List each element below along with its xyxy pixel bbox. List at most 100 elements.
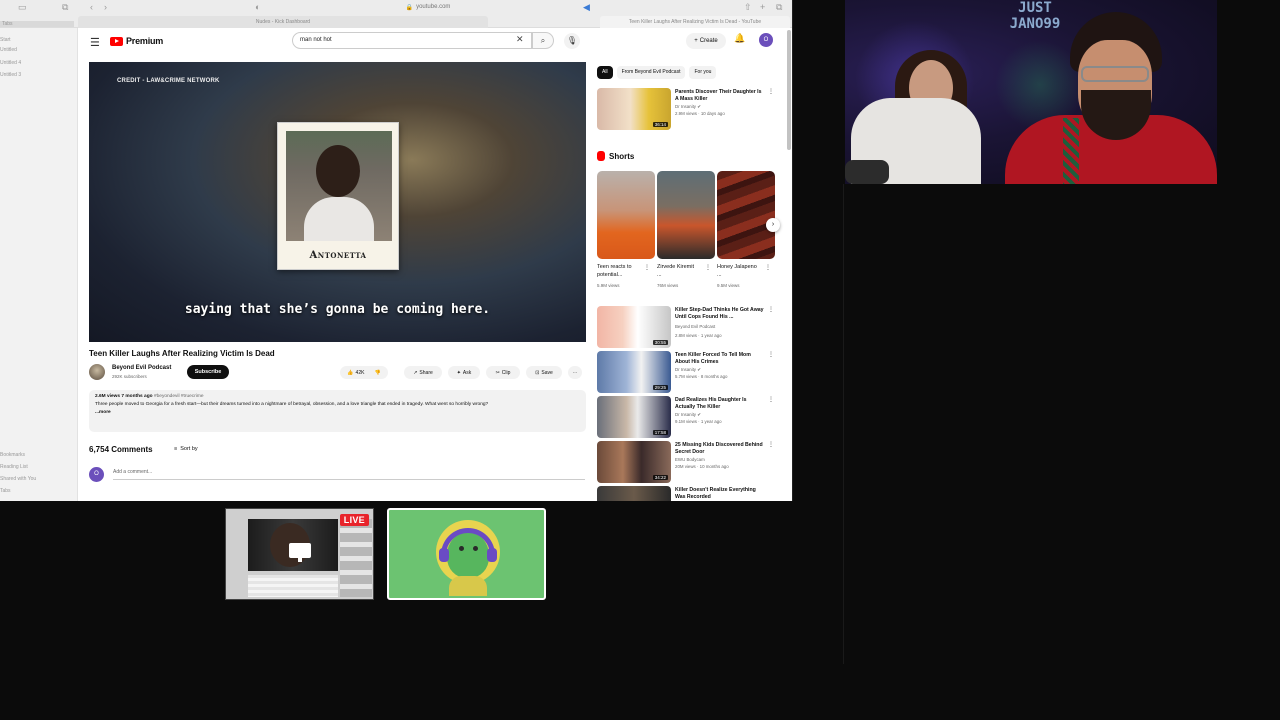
bell-icon[interactable]: 🔔: [734, 33, 745, 44]
video-thumbnail[interactable]: 30:55: [597, 306, 671, 348]
search-input[interactable]: man not hot: [292, 32, 532, 49]
short-thumbnail[interactable]: [597, 171, 655, 259]
more-vert-icon[interactable]: ⋮: [768, 441, 774, 448]
video-description[interactable]: 2.6M views 7 months ago #beyondevil #tru…: [89, 390, 586, 432]
tabs-icon[interactable]: ⧉: [776, 2, 782, 13]
more-vert-icon[interactable]: ⋮: [765, 264, 771, 271]
more-vert-icon[interactable]: ⋮: [644, 264, 650, 271]
sidebar-item[interactable]: Untitled: [0, 47, 17, 53]
scrollbar[interactable]: [787, 30, 791, 150]
verified-icon: ✔: [697, 412, 701, 417]
address-bar[interactable]: 🔒 youtube.com: [258, 2, 598, 12]
chip-all[interactable]: All: [597, 66, 613, 79]
video-thumbnail[interactable]: [597, 486, 671, 501]
rec-title[interactable]: Parents Discover Their Daughter Is A Mas…: [675, 89, 765, 103]
share-icon[interactable]: ⇧: [744, 2, 752, 13]
thumbs-up-icon: 👍: [347, 369, 354, 376]
create-button[interactable]: + Create: [686, 33, 726, 49]
thumbs-down-icon[interactable]: 👎: [374, 370, 380, 376]
close-icon[interactable]: ✕: [516, 34, 524, 45]
video-thumbnail[interactable]: 36:14: [597, 88, 671, 130]
forward-icon[interactable]: ›: [104, 2, 107, 12]
browser-sidebar: Tabs Start Untitled Untitled 4 Untitled …: [0, 21, 78, 501]
short-title[interactable]: Zirvede Kiremit ...: [657, 263, 699, 279]
more-actions-button[interactable]: ⋯: [568, 366, 582, 379]
stream-preview-tile[interactable]: LIVE: [225, 508, 374, 600]
sidebar-toggle-icon[interactable]: ▭: [18, 2, 27, 13]
person-right-glasses: [1081, 66, 1149, 82]
video-thumbnail[interactable]: 29:25: [597, 351, 671, 393]
like-button[interactable]: 👍 42K 👎: [340, 366, 388, 379]
duration-badge: 30:55: [652, 340, 668, 345]
browser-tab-active[interactable]: Teen Killer Laughs After Realizing Victi…: [600, 16, 790, 28]
ask-button[interactable]: ✦ Ask: [448, 366, 480, 379]
sidebar-item[interactable]: Reading List: [0, 464, 28, 470]
channel-name[interactable]: Beyond Evil Podcast: [112, 365, 171, 371]
more-vert-icon[interactable]: ⋮: [768, 88, 774, 95]
more-vert-icon[interactable]: ⋮: [705, 264, 711, 271]
audio-icon[interactable]: ◀: [583, 2, 590, 13]
new-tab-icon[interactable]: +: [760, 2, 765, 12]
video-player[interactable]: CREDIT - LAW&CRIME NETWORK Antonetta say…: [89, 62, 586, 342]
views-date: 2.6M views 7 months ago: [95, 394, 153, 399]
sidebar-item[interactable]: Bookmarks: [0, 452, 25, 458]
live-badge: LIVE: [339, 514, 369, 526]
back-icon[interactable]: ‹: [90, 2, 93, 12]
avatar[interactable]: O: [759, 33, 773, 47]
sidebar-item[interactable]: Tabs: [0, 21, 74, 27]
save-button[interactable]: ⊡ Save: [526, 366, 562, 379]
sidebar-item[interactable]: Shared with You: [0, 476, 36, 482]
microphone: [845, 160, 889, 184]
clip-button[interactable]: ✂ Clip: [486, 366, 520, 379]
mic-button[interactable]: 🎙: [564, 33, 580, 49]
short-title[interactable]: Teen reacts to potential...: [597, 263, 639, 279]
more-vert-icon[interactable]: ⋮: [768, 306, 774, 313]
participant-avatar-tile[interactable]: [387, 508, 546, 600]
browser-tab[interactable]: Nudes - Kick Dashboard: [78, 16, 488, 28]
share-button[interactable]: ↗ Share: [404, 366, 442, 379]
rec-title[interactable]: Dad Realizes His Daughter Is Actually Th…: [675, 397, 765, 411]
subscriber-count: 292K subscribers: [112, 374, 147, 379]
more-icon: ⋯: [572, 369, 578, 376]
tab-overview-icon[interactable]: ⧉: [62, 2, 68, 13]
scissors-icon: ✂: [495, 369, 500, 376]
hashtags[interactable]: #beyondevil #truecrime: [154, 394, 204, 399]
person-right-scarf: [1063, 118, 1079, 184]
rec-channel: Dr Insanity ✔: [675, 367, 701, 372]
short-views: 5.9M views: [597, 283, 620, 288]
sidebar-item[interactable]: Untitled 3: [0, 72, 21, 78]
rec-title[interactable]: Teen Killer Forced To Tell Mom About His…: [675, 352, 765, 366]
short-thumbnail[interactable]: [657, 171, 715, 259]
chevron-right-icon[interactable]: ›: [766, 218, 780, 232]
sidebar-item[interactable]: Start: [0, 37, 11, 43]
comment-input[interactable]: Add a comment...: [113, 469, 585, 480]
more-link[interactable]: ...more: [95, 409, 580, 417]
short-thumbnail[interactable]: [717, 171, 775, 259]
rec-title[interactable]: 25 Missing Kids Discovered Behind Secret…: [675, 442, 765, 456]
sidebar-item[interactable]: Tabs: [0, 488, 11, 494]
video-thumbnail[interactable]: 17:58: [597, 396, 671, 438]
channel-avatar[interactable]: [89, 364, 105, 380]
bookmark-icon: ⊡: [535, 369, 540, 376]
youtube-page: ☰ Premium man not hot ✕ ⌕ 🎙 + Create 🔔 O …: [78, 28, 792, 501]
rec-title[interactable]: Killer Doesn't Realize Everything Was Re…: [675, 487, 765, 501]
chip-from-channel[interactable]: From Beyond Evil Podcast: [616, 66, 686, 79]
sidebar-item[interactable]: Untitled 4: [0, 60, 21, 66]
sort-button[interactable]: ≡ Sort by: [174, 446, 198, 452]
video-thumbnail[interactable]: 34:22: [597, 441, 671, 483]
rec-meta: 2.9M views · 10 days ago: [675, 111, 725, 116]
preview-sidebar: [340, 519, 372, 597]
search-button[interactable]: ⌕: [532, 32, 554, 49]
lock-icon: 🔒: [405, 4, 414, 11]
photo-head: [316, 145, 360, 197]
rec-title[interactable]: Killer Step-Dad Thinks He Got Away Until…: [675, 307, 765, 321]
more-vert-icon[interactable]: ⋮: [768, 351, 774, 358]
menu-icon[interactable]: ☰: [90, 36, 100, 49]
subscribe-button[interactable]: Subscribe: [187, 365, 229, 379]
video-subtitle: saying that she’s gonna be coming here.: [184, 302, 491, 317]
youtube-logo[interactable]: Premium: [110, 36, 163, 46]
chip-for-you[interactable]: For you: [689, 66, 717, 79]
short-title[interactable]: Honey Jalapeno ...: [717, 263, 759, 279]
more-vert-icon[interactable]: ⋮: [768, 396, 774, 403]
preview-text: [248, 575, 338, 597]
